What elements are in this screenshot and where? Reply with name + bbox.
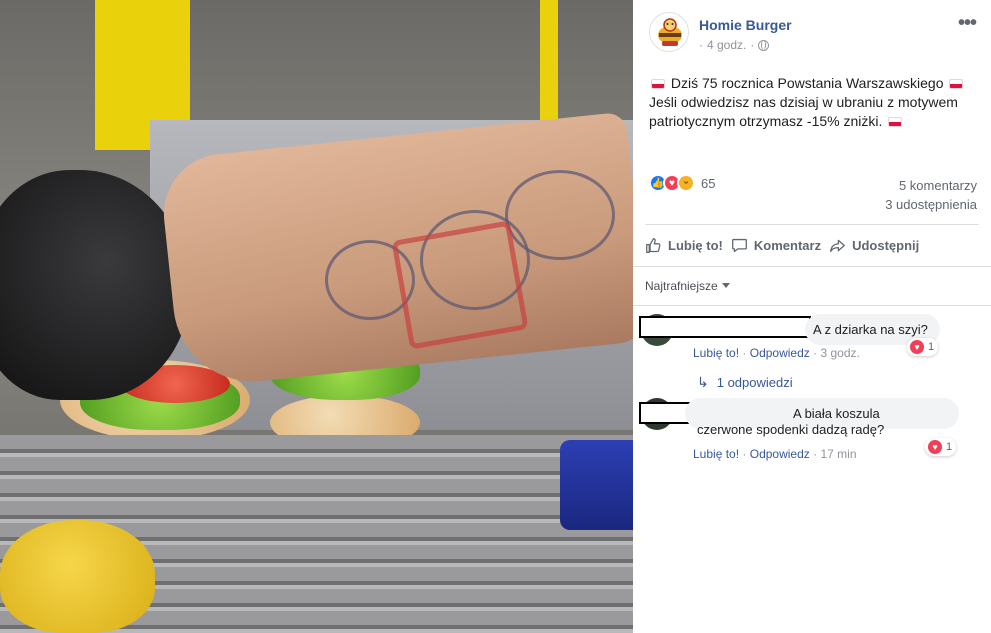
- speech-bubble-icon: [731, 238, 747, 253]
- like-button[interactable]: Lubię to!: [645, 237, 723, 254]
- caret-down-icon: [721, 283, 730, 288]
- shares-count-link[interactable]: 3 udostępnienia: [885, 197, 977, 212]
- comment-like-link[interactable]: Lubię to!: [693, 447, 739, 461]
- comment-text: A z dziarka na szyi?: [813, 322, 928, 337]
- poland-flag-icon: [888, 117, 903, 127]
- comment-reply-link[interactable]: Odpowiedz: [750, 447, 810, 461]
- comment-reply-link[interactable]: Odpowiedz: [750, 346, 810, 360]
- redacted-name: [639, 316, 811, 338]
- view-replies-link[interactable]: ↳ 1 odpowiedzi: [697, 374, 793, 391]
- comment-actions: Lubię to! · Odpowiedz · 17 min: [693, 447, 857, 461]
- post-text-line1: Dziś 75 rocznica Powstania Warszawskiego: [670, 75, 944, 91]
- link-separator: ·: [742, 447, 750, 461]
- comment-filter-row: Najtrafniejsze: [633, 266, 991, 306]
- poland-flag-icon: [949, 79, 964, 89]
- comment-sort-label: Najtrafniejsze: [645, 279, 718, 293]
- love-reaction-icon: ♥: [909, 339, 925, 355]
- reaction-count[interactable]: 65: [701, 176, 715, 191]
- share-button[interactable]: Udostępnij: [829, 237, 919, 254]
- post-text-line2: Jeśli odwiedzisz nas dzisiaj w ubraniu z…: [649, 94, 958, 129]
- comment-time[interactable]: 3 godz.: [820, 346, 859, 360]
- comment-time[interactable]: 17 min: [820, 447, 856, 461]
- comment-like-link[interactable]: Lubię to!: [693, 346, 739, 360]
- homie-burger-logo: [651, 14, 688, 51]
- haha-reaction-icon: ᵕ: [677, 174, 695, 192]
- thumbs-up-icon: [646, 238, 661, 253]
- share-button-label: Udostępnij: [852, 238, 920, 253]
- comment-reaction-count: 1: [946, 441, 953, 453]
- page-name-link[interactable]: Homie Burger: [699, 17, 792, 33]
- comment-button[interactable]: Komentarz: [731, 237, 821, 254]
- post-body: Dziś 75 rocznica Powstania Warszawskiego…: [649, 74, 984, 131]
- post-meta: · 4 godz. ·: [699, 38, 770, 52]
- comment-text-line2: czerwone spodenki dadzą radę?: [697, 422, 885, 437]
- meta-separator: ·: [750, 38, 755, 52]
- comment-reaction-badge[interactable]: ♥ 1: [925, 438, 957, 456]
- photo-tattoo-rose: [505, 170, 615, 260]
- share-arrow-icon: [830, 239, 846, 253]
- link-separator: ·: [742, 346, 750, 360]
- love-reaction-icon: ♥: [927, 439, 943, 455]
- post-panel: Homie Burger · 4 godz. · ••• Dziś 75 roc…: [633, 0, 991, 633]
- comment-button-label: Komentarz: [753, 238, 822, 253]
- reaction-summary[interactable]: 👍 ♥ ᵕ 65: [649, 174, 715, 192]
- reply-arrow-icon: ↳: [697, 374, 709, 390]
- post-header: Homie Burger · 4 godz. · •••: [633, 0, 991, 70]
- post-photo[interactable]: [0, 0, 633, 633]
- post-timestamp[interactable]: 4 godz.: [707, 38, 746, 52]
- view-replies-label: 1 odpowiedzi: [716, 375, 793, 390]
- comments-count-link[interactable]: 5 komentarzy: [899, 178, 977, 193]
- comment-bubble-continuation: czerwone spodenki dadzą radę?: [685, 414, 959, 445]
- photo-tattoo-letter: [391, 220, 529, 350]
- post-action-bar: Lubię to! Komentarz Udostępnij: [645, 224, 979, 266]
- poland-flag-icon: [651, 79, 665, 89]
- photo-blue-handle: [560, 440, 633, 530]
- globe-icon[interactable]: [758, 39, 770, 51]
- comment-actions: Lubię to! · Odpowiedz · 3 godz.: [693, 346, 860, 360]
- more-options-icon[interactable]: •••: [958, 12, 977, 35]
- page-avatar[interactable]: [649, 12, 689, 52]
- comment-sort-dropdown[interactable]: Najtrafniejsze: [645, 279, 730, 293]
- comment-reaction-badge[interactable]: ♥ 1: [907, 338, 939, 356]
- photo-cheeseburger: [0, 520, 155, 633]
- like-button-label: Lubię to!: [668, 238, 723, 253]
- meta-separator: ·: [699, 38, 703, 52]
- comment-reaction-count: 1: [928, 341, 935, 353]
